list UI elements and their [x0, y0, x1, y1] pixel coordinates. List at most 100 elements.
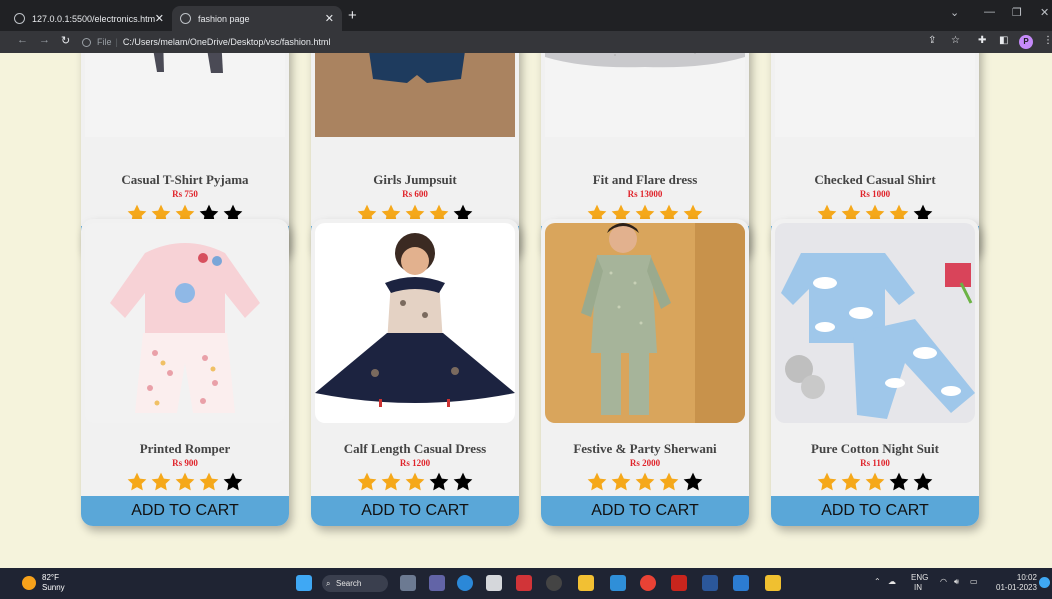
back-icon[interactable]: ← [17, 34, 28, 46]
star-rating [771, 471, 979, 493]
tab-search-icon[interactable]: ⌄ [950, 6, 959, 19]
add-to-cart-button[interactable]: ADD TO CART [311, 496, 519, 526]
product-card: Printed Romper Rs 900 ADD TO CART [81, 219, 289, 526]
add-to-cart-button[interactable]: ADD TO CART [81, 496, 289, 526]
close-tab-icon[interactable]: ✕ [325, 12, 334, 25]
product-price: Rs 600 [402, 189, 428, 199]
address-input[interactable]: File | C:/Users/melam/OneDrive/Desktop/v… [82, 34, 912, 50]
sun-icon [22, 576, 36, 590]
star-empty-icon [223, 472, 243, 491]
profile-avatar[interactable]: P [1019, 35, 1033, 49]
search-icon: ⌕ [326, 579, 331, 588]
star-filled-icon [127, 472, 147, 491]
battery-icon[interactable]: ▭ [970, 577, 978, 587]
app-icon[interactable] [765, 575, 781, 591]
tab-fashion[interactable]: fashion page ✕ [172, 6, 342, 31]
cloud-icon: ☁ [888, 577, 896, 586]
language-indicator[interactable]: ENG IN [911, 573, 928, 593]
star-rating [81, 471, 289, 493]
product-name: Festive & Party Sherwani [573, 441, 717, 456]
star-filled-icon [611, 472, 631, 491]
product-name: Pure Cotton Night Suit [811, 441, 939, 456]
minimize-icon[interactable]: — [984, 6, 995, 18]
address-toolbar: ← → ↻ File | C:/Users/melam/OneDrive/Des… [0, 31, 1052, 53]
file-explorer-icon[interactable] [578, 575, 594, 591]
star-empty-icon [429, 472, 449, 491]
taskbar-search[interactable]: ⌕ Search [322, 575, 388, 592]
tab-title: fashion page [198, 13, 250, 24]
chrome-icon[interactable] [640, 575, 656, 591]
edge-icon[interactable] [457, 575, 473, 591]
product-card: Festive & Party Sherwani Rs 2000 ADD TO … [541, 219, 749, 526]
side-panel-icon[interactable]: ◧ [999, 35, 1008, 46]
star-filled-icon [199, 472, 219, 491]
tab-electronics[interactable]: 127.0.0.1:5500/electronics.html ✕ [6, 6, 172, 31]
share-icon[interactable]: ⇪ [928, 35, 936, 46]
file-scheme-label: File [97, 37, 112, 47]
globe-icon [14, 13, 25, 24]
word-icon[interactable] [702, 575, 718, 591]
product-image [85, 223, 285, 423]
clock-time: 10:02 [1016, 573, 1037, 582]
notification-icon[interactable] [1039, 577, 1050, 588]
star-rating [541, 471, 749, 493]
product-price: Rs 1100 [860, 458, 890, 468]
star-filled-icon [151, 472, 171, 491]
product-price: Rs 900 [172, 458, 198, 468]
globe-icon [180, 13, 191, 24]
product-price: Rs 750 [172, 189, 198, 199]
product-name: Girls Jumpsuit [373, 172, 457, 187]
tray-overflow-icon[interactable]: ⌃ [874, 577, 881, 587]
product-card: Pure Cotton Night Suit Rs 1100 ADD TO CA… [771, 219, 979, 526]
lang-bottom: IN [914, 583, 922, 592]
notepad-icon[interactable] [733, 575, 749, 591]
clock[interactable]: 10:02 01-01-2023 [996, 573, 1037, 593]
weather-desc: Sunny [42, 583, 65, 592]
browser-tab-bar: 127.0.0.1:5500/electronics.html ✕ fashio… [0, 0, 1052, 31]
star-filled-icon [175, 472, 195, 491]
forward-icon[interactable]: → [39, 34, 50, 46]
add-to-cart-button[interactable]: ADD TO CART [541, 496, 749, 526]
star-filled-icon [357, 472, 377, 491]
acrobat-icon[interactable] [671, 575, 687, 591]
page-viewport[interactable]: Casual T-Shirt Pyjama Rs 750 ADD TO CART… [0, 53, 1052, 568]
wifi-icon[interactable]: ◠ [940, 577, 947, 587]
store-icon[interactable] [486, 575, 502, 591]
close-tab-icon[interactable]: ✕ [155, 12, 164, 25]
extensions-icon[interactable]: ✚ [978, 35, 986, 46]
weather-widget[interactable]: 82°F Sunny [22, 573, 65, 593]
clock-date: 01-01-2023 [996, 583, 1037, 592]
product-price: Rs 13000 [627, 189, 663, 199]
mcafee-icon[interactable] [516, 575, 532, 591]
windows-taskbar: 82°F Sunny ⌕ Search ⌃ ☁ ENG IN ◠ 🔊︎ ▭ 10… [0, 568, 1052, 599]
star-filled-icon [817, 472, 837, 491]
star-empty-icon [913, 472, 933, 491]
add-to-cart-button[interactable]: ADD TO CART [771, 496, 979, 526]
restore-icon[interactable]: ❐ [1012, 6, 1022, 19]
windows-start-icon[interactable] [296, 575, 312, 591]
product-price: Rs 2000 [629, 458, 661, 468]
star-filled-icon [865, 472, 885, 491]
separator: | [115, 37, 118, 47]
star-filled-icon [405, 472, 425, 491]
star-empty-icon [453, 472, 473, 491]
chat-icon[interactable] [429, 575, 445, 591]
product-image [545, 223, 745, 423]
tab-title: 127.0.0.1:5500/electronics.html [32, 13, 155, 24]
star-empty-icon [889, 472, 909, 491]
bookmark-star-icon[interactable]: ☆ [951, 35, 960, 46]
product-name: Calf Length Casual Dress [343, 441, 487, 456]
new-tab-icon[interactable]: + [348, 7, 357, 24]
site-info-icon[interactable] [82, 37, 91, 47]
menu-icon[interactable]: ⋮ [1043, 35, 1052, 46]
weather-temp: 82°F [42, 573, 59, 582]
reload-icon[interactable]: ↻ [61, 34, 70, 47]
volume-icon[interactable]: 🔊︎ [954, 577, 959, 587]
search-label: Search [336, 579, 362, 588]
vscode-icon[interactable] [610, 575, 626, 591]
task-view-icon[interactable] [400, 575, 416, 591]
product-name: Checked Casual Shirt [814, 172, 936, 187]
dell-icon[interactable] [546, 575, 562, 591]
close-window-icon[interactable]: ✕ [1040, 6, 1049, 19]
product-name: Printed Romper [139, 441, 231, 456]
